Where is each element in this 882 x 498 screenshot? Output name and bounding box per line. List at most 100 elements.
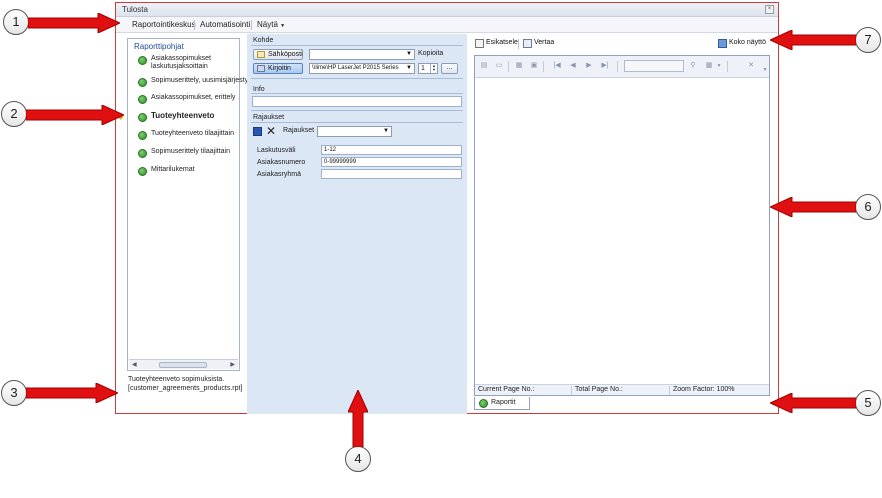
callout-3: 3 [1,380,27,406]
fullscreen-label: Koko näyttö [729,39,766,46]
menu-separator [194,20,195,30]
delete-icon[interactable]: ✕ [266,124,276,138]
preview-icon [475,39,484,48]
report-icon [138,113,147,122]
stepper-arrows-icon[interactable]: ▲ ▼ [430,64,437,73]
field-label-asiakasryhma: Asiakasryhmä [257,171,301,178]
template-item-label: Tuoteyhteenveto [151,111,215,120]
printer-button[interactable]: Kirjoitin [253,63,303,74]
arrow-2 [26,105,124,125]
template-description-line2: [customer_agreements_products.rpt] [128,385,243,392]
last-page-icon[interactable]: ▶| [601,62,609,70]
toolbar-separator [518,39,519,49]
email-target-select[interactable]: ▼ [309,49,415,60]
template-item-label: Tuoteyhteenveto tilaajittain [151,130,235,137]
menu-raportointikeskus[interactable]: Raportointikeskus [132,20,196,29]
template-description-line1: Tuoteyhteenveto sopimuksista. [128,376,225,383]
callout-1: 1 [3,9,29,35]
esikatsele-button[interactable]: Esikatsele [475,39,518,48]
status-separator [669,386,670,395]
report-icon [138,78,147,87]
tab-raportit-label: Raportit [491,399,516,406]
report-viewer: ▤ ▭ ▦ ▣ |◀ ◀ ▶ ▶| ⚲ ▦ ▼ ✕ ▼ Current Page… [474,55,770,396]
toolbar-separator [543,61,544,72]
arrow-5 [770,393,856,413]
info-field[interactable] [252,96,462,107]
next-page-icon[interactable]: ▶ [585,62,593,70]
export-icon[interactable]: ▤ [480,62,488,70]
template-item-label-line1: Asiakassopimukset [151,55,211,62]
report-icon [138,149,147,158]
callout-2: 2 [1,101,27,127]
asiakasnumero-input[interactable]: 0-99999999 [321,157,462,167]
callout-4: 4 [345,446,371,472]
rajaukset-select[interactable]: ▼ [317,126,392,137]
template-item-label: Mittarilukemat [151,166,195,173]
menu-automatisointi[interactable]: Automatisointi [200,20,250,29]
tab-raportit[interactable]: Raportit [474,397,530,410]
save-icon[interactable] [253,127,262,136]
viewer-toolbar: ▤ ▭ ▦ ▣ |◀ ◀ ▶ ▶| ⚲ ▦ ▼ ✕ ▼ [475,56,769,78]
rajaukset-select-label: Rajaukset [283,127,315,134]
menu-nayta[interactable]: Näytä ▼ [257,20,285,29]
group-divider [251,93,463,94]
close-icon[interactable]: × [765,5,774,14]
toolbar-overflow-icon[interactable]: ▼ [761,66,769,74]
chevron-down-icon: ▼ [405,64,412,73]
menu-nayta-label: Näytä [257,20,278,29]
print-window: Tulosta × Raportointikeskus Automatisoin… [115,2,779,414]
scroll-right-icon[interactable]: ▶ [230,361,235,368]
copies-value: 1 [421,65,425,72]
template-item-label: Asiakassopimukset, erittely [151,94,236,101]
email-button-label: Sähköposti [268,51,303,58]
close-preview-icon[interactable]: ✕ [747,62,755,70]
chevron-down-icon[interactable]: ▼ [715,62,723,70]
email-button[interactable]: Sähköposti [253,49,303,60]
scroll-left-icon[interactable]: ◀ [132,361,137,368]
field-label-laskutusvali: Laskutusväli [257,147,296,154]
total-page-label: Total Page No.: [575,386,623,393]
vertaa-button[interactable]: Vertaa [523,39,555,48]
zoom-icon[interactable]: ▦ [705,62,713,70]
compare-icon [523,39,532,48]
previous-page-icon[interactable]: ◀ [569,62,577,70]
chevron-down-icon: ▼ [280,23,286,29]
printer-icon [257,65,265,72]
print-icon[interactable]: ▭ [495,62,503,70]
report-icon [138,56,147,65]
search-icon[interactable]: ⚲ [689,62,697,70]
report-icon [479,399,488,408]
refresh-icon[interactable]: ▣ [530,62,538,70]
kopioita-label: Kopioita [418,50,444,57]
printer-select[interactable]: \\lime\HP LaserJet P2015 Series ▼ [309,63,415,74]
laskutusvali-input[interactable]: 1-12 [321,145,462,155]
fullscreen-button[interactable]: Koko näyttö [718,39,766,48]
toggle-tree-icon[interactable]: ▦ [515,62,523,70]
asiakasryhma-input[interactable] [321,169,462,179]
page-number-input[interactable] [624,60,684,72]
scrollbar-thumb[interactable] [159,362,207,368]
first-page-icon[interactable]: |◀ [553,62,561,70]
report-templates-panel: Raporttipohjat Asiakassopimukset laskutu… [127,38,252,371]
report-templates-header: Raporttipohjat [134,42,184,51]
arrow-1 [28,13,120,33]
menu-separator [251,20,252,30]
template-item-label: Asiakassopimukset laskutusjaksoittain [151,55,211,71]
copies-stepper[interactable]: 1 ▲ ▼ [418,63,438,74]
chevron-down-icon: ▼ [383,128,389,134]
vertaa-label: Vertaa [534,39,555,46]
callout-7: 7 [855,27,881,53]
arrow-6 [770,197,856,217]
group-divider [251,45,463,46]
toolbar-separator [727,61,728,72]
info-group-title: Info [253,86,265,93]
preview-toolbar: Esikatsele Vertaa Koko näyttö [472,38,771,50]
group-divider [251,122,463,123]
horizontal-scrollbar[interactable]: ◀ ▶ [129,359,238,369]
viewer-status-bar: Current Page No.: Total Page No.: Zoom F… [475,384,769,395]
current-page-label: Current Page No.: [478,386,535,393]
menu-bar: Raportointikeskus Automatisointi Näytä ▼ [116,17,778,33]
arrow-7 [770,30,856,50]
report-icon [138,95,147,104]
printer-settings-button[interactable]: ... [441,63,458,74]
